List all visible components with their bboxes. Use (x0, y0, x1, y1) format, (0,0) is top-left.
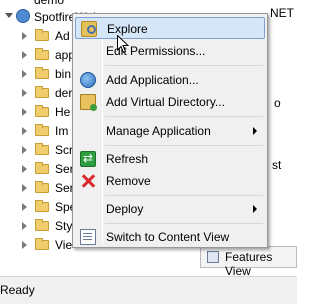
menu-item-label: Deploy (106, 202, 144, 216)
menu-separator (105, 195, 263, 196)
partial-text-o: o (274, 96, 281, 110)
menu-item-label: Explore (107, 22, 148, 36)
tree-item-label: Im (55, 124, 69, 138)
add-virtual-directory-icon (80, 94, 97, 111)
submenu-arrow-icon (253, 205, 257, 213)
tree-item-label: Sty (55, 219, 73, 233)
tree-item-label: Ad (55, 29, 70, 43)
menu-item-label: Add Virtual Directory... (106, 95, 225, 109)
menu-separator (105, 116, 263, 117)
menu-item-remove[interactable]: Remove (75, 170, 265, 192)
folder-icon (35, 29, 49, 41)
menu-item-label: Switch to Content View (106, 230, 230, 244)
menu-item-switch-to-content-view[interactable]: Switch to Content View (75, 226, 265, 248)
menu-separator (105, 145, 263, 146)
folder-icon (35, 181, 49, 193)
tree-item-label: Scr (55, 143, 73, 157)
status-text: Ready (0, 283, 35, 297)
tree-item-label: bin (55, 67, 72, 81)
expand-arrow-icon[interactable] (22, 241, 27, 249)
features-view-label: Features View (225, 250, 273, 278)
tree-item-label: Ser (55, 181, 74, 195)
menu-item-label: Add Application... (106, 73, 199, 87)
menu-item-manage-application[interactable]: Manage Application (75, 120, 265, 142)
expand-arrow-icon[interactable] (22, 165, 27, 173)
folder-icon (35, 86, 49, 98)
menu-item-refresh[interactable]: Refresh (75, 148, 265, 170)
expand-arrow-icon[interactable] (22, 89, 27, 97)
features-view-icon (207, 251, 219, 263)
partial-text-st: st (272, 158, 282, 172)
tree-item-label: demo (34, 0, 65, 7)
folder-icon (35, 124, 49, 136)
menu-item-edit-permissions[interactable]: Edit Permissions... (75, 40, 265, 62)
folder-icon (35, 105, 49, 117)
folder-icon (35, 143, 49, 155)
menu-item-label: Manage Application (106, 124, 211, 138)
refresh-icon (80, 151, 96, 167)
expand-arrow-icon[interactable] (22, 222, 27, 230)
partial-text-net: NET (270, 6, 294, 20)
menu-item-add-virtual-directory[interactable]: Add Virtual Directory... (75, 91, 265, 113)
explore-icon (81, 21, 97, 37)
context-menu: Explore Edit Permissions... Add Applicat… (72, 13, 268, 248)
submenu-arrow-icon (253, 127, 257, 135)
expand-arrow-icon[interactable] (22, 32, 27, 40)
folder-icon (35, 48, 49, 60)
expand-arrow-icon[interactable] (22, 203, 27, 211)
status-bar: Ready (0, 276, 297, 304)
menu-separator (105, 223, 263, 224)
website-globe-icon (16, 9, 30, 23)
menu-item-explore[interactable]: Explore (75, 17, 265, 39)
tree-item-label: Ser (55, 162, 74, 176)
features-view-tab[interactable]: Features View (200, 246, 297, 278)
expand-arrow-icon[interactable] (5, 13, 13, 18)
menu-separator (105, 65, 263, 66)
tree-item-label: Vie (55, 238, 73, 252)
expand-arrow-icon[interactable] (22, 184, 27, 192)
expand-arrow-icon[interactable] (22, 51, 27, 59)
expand-arrow-icon[interactable] (22, 70, 27, 78)
folder-icon (35, 238, 49, 250)
menu-item-label: Refresh (106, 152, 149, 166)
expand-arrow-icon[interactable] (22, 146, 27, 154)
menu-item-label: Remove (106, 174, 151, 188)
folder-icon (35, 200, 49, 212)
tree-item-label: der (55, 86, 73, 100)
expand-arrow-icon[interactable] (22, 127, 27, 135)
switch-content-view-icon (80, 229, 96, 245)
folder-icon (35, 219, 49, 231)
folder-icon (35, 67, 49, 79)
menu-item-add-application[interactable]: Add Application... (75, 69, 265, 91)
remove-icon (80, 173, 96, 189)
menu-item-deploy[interactable]: Deploy (75, 198, 265, 220)
folder-icon (35, 162, 49, 174)
expand-arrow-icon[interactable] (22, 108, 27, 116)
add-application-icon (80, 72, 96, 88)
tree-item-label: He (55, 105, 71, 119)
